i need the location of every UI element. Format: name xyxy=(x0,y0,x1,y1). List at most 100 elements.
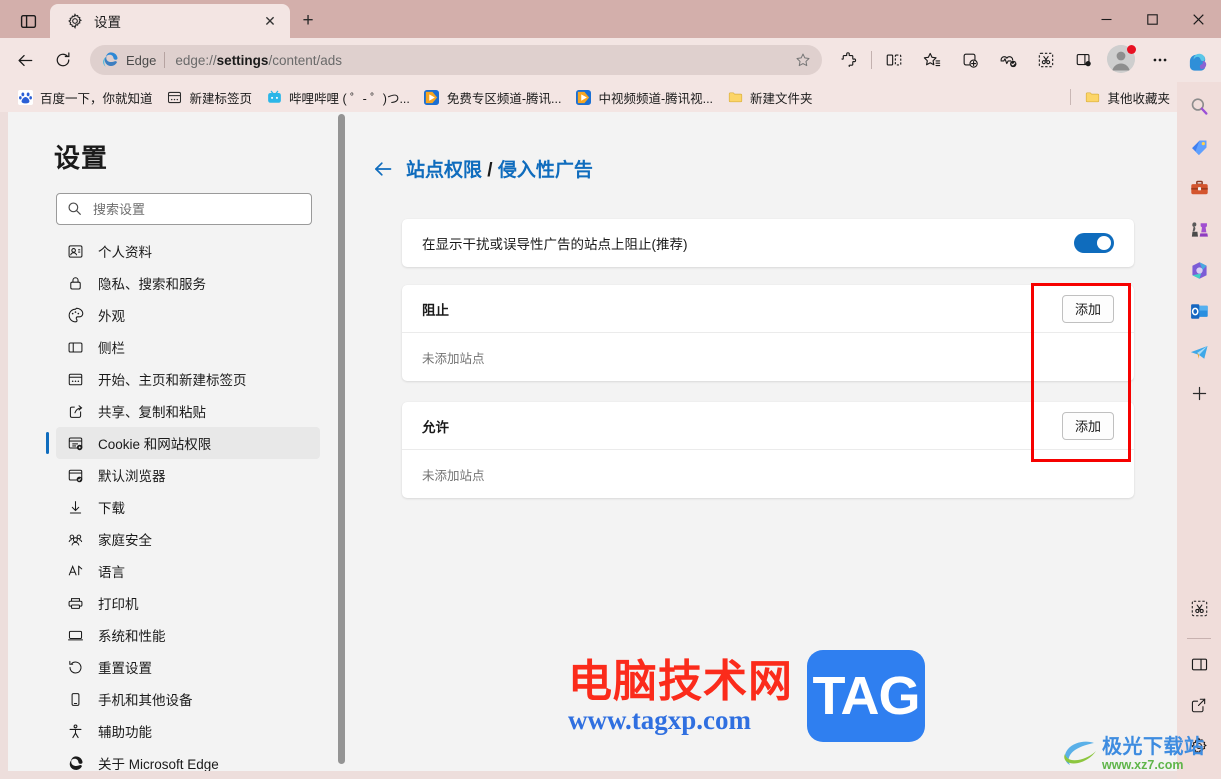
close-icon[interactable]: ✕ xyxy=(258,9,282,33)
other-bookmarks-label: 其他收藏夹 xyxy=(1107,91,1170,106)
star-icon[interactable] xyxy=(790,47,816,73)
allow-add-button[interactable]: 添加 xyxy=(1061,411,1114,440)
baidu-icon xyxy=(17,89,33,105)
tools-briefcase-icon[interactable] xyxy=(1183,172,1215,204)
sidebar-item-label: 下载 xyxy=(98,501,125,516)
sidebar-item-sidebar[interactable]: 侧栏 xyxy=(56,331,320,363)
back-arrow-icon[interactable] xyxy=(370,156,396,182)
add-sidebar-app-button[interactable] xyxy=(1183,377,1215,409)
sidebar-item-share[interactable]: 共享、复制和粘贴 xyxy=(56,395,320,427)
download-icon xyxy=(66,498,84,516)
sidebar-item-cookies-site-permissions[interactable]: Cookie 和网站权限 xyxy=(46,427,320,459)
extensions-icon[interactable] xyxy=(832,44,866,76)
tab-actions-icon[interactable] xyxy=(10,7,46,35)
sidebar-item-appearance[interactable]: 外观 xyxy=(56,299,320,331)
edge-sidebar xyxy=(1177,82,1221,779)
breadcrumb-current: 侵入性广告 xyxy=(497,160,593,181)
sidebar-item-label: 关于 Microsoft Edge xyxy=(98,757,219,771)
reload-button[interactable] xyxy=(46,44,80,76)
settings-sidebar: 设置 搜索设置 个人资料 隐私、搜索和服务 外观 侧栏 开始、主页和新建标签页 … xyxy=(8,112,345,771)
bookmark-label: 哔哩哔哩 ( ゜- ゜)つ... xyxy=(289,91,410,106)
settings-nav-scrollbar[interactable] xyxy=(338,114,345,764)
split-pane-icon[interactable] xyxy=(1183,648,1215,680)
watermark-tagxp-cn: 电脑技术网 xyxy=(568,655,793,707)
new-tab-button[interactable]: + xyxy=(294,8,322,34)
bookmark-folder[interactable]: 新建文件夹 xyxy=(720,85,820,109)
watermark-tagxp-url: www.tagxp.com xyxy=(568,705,751,736)
sidebar-item-label: 默认浏览器 xyxy=(98,469,166,484)
sidebar-item-label: 辅助功能 xyxy=(98,725,152,740)
sidebar-item-label: 系统和性能 xyxy=(98,629,166,644)
title-bar: 设置 ✕ + xyxy=(0,0,1221,38)
sidebar-item-startup[interactable]: 开始、主页和新建标签页 xyxy=(56,363,320,395)
split-screen-icon[interactable] xyxy=(877,44,911,76)
sidebar-item-family-safety[interactable]: 家庭安全 xyxy=(56,523,320,555)
sidebar-item-default-browser[interactable]: 默认浏览器 xyxy=(56,459,320,491)
home-icon xyxy=(66,370,84,388)
sidebar-toggle-icon[interactable] xyxy=(1067,44,1101,76)
games-chess-icon[interactable] xyxy=(1183,213,1215,245)
lock-icon xyxy=(66,274,84,292)
block-add-button[interactable]: 添加 xyxy=(1061,294,1114,323)
sidebar-item-downloads[interactable]: 下载 xyxy=(56,491,320,523)
maximize-button[interactable] xyxy=(1129,0,1175,38)
sidebar-item-printers[interactable]: 打印机 xyxy=(56,587,320,619)
family-icon xyxy=(66,530,84,548)
omnibox-brand: Edge xyxy=(126,52,157,68)
address-bar[interactable]: Edge edge://settings/content/ads xyxy=(90,45,822,75)
watermark-jiguang-url: www.xz7.com xyxy=(1102,758,1184,773)
copilot-icon[interactable] xyxy=(1181,44,1215,76)
sidebar-item-privacy[interactable]: 隐私、搜索和服务 xyxy=(56,267,320,299)
watermark-tagxp: 电脑技术网 www.tagxp.com TAG xyxy=(568,640,1010,752)
bookmarks-divider xyxy=(1070,89,1072,105)
block-ads-toggle[interactable] xyxy=(1074,233,1114,253)
sidebar-item-about-edge[interactable]: 关于 Microsoft Edge xyxy=(56,747,320,771)
window-close-button[interactable] xyxy=(1175,0,1221,38)
shopping-tag-icon[interactable] xyxy=(1183,131,1215,163)
browser-essentials-icon[interactable] xyxy=(991,44,1025,76)
search-magnifier-icon[interactable] xyxy=(1183,90,1215,122)
breadcrumb: 站点权限 / 侵入性广告 xyxy=(370,155,1177,182)
sidebar-item-reset-settings[interactable]: 重置设置 xyxy=(56,651,320,683)
browser-tab[interactable]: 设置 ✕ xyxy=(50,4,290,38)
open-external-icon[interactable] xyxy=(1183,689,1215,721)
avatar[interactable] xyxy=(1107,45,1137,75)
sidebar-item-profile[interactable]: 个人资料 xyxy=(56,235,320,267)
collections-icon[interactable] xyxy=(953,44,987,76)
bookmark-item[interactable]: 中视频频道-腾讯视... xyxy=(568,85,720,109)
bookmark-item[interactable]: 哔哩哔哩 ( ゜- ゜)つ... xyxy=(259,85,417,109)
bookmark-label: 百度一下，你就知道 xyxy=(40,91,153,106)
watermark-tagxp-badge: TAG xyxy=(807,650,925,742)
back-button[interactable] xyxy=(8,44,42,76)
sidebar-item-system-performance[interactable]: 系统和性能 xyxy=(56,619,320,651)
breadcrumb-parent-link[interactable]: 站点权限 xyxy=(406,160,482,181)
sidebar-item-phone-devices[interactable]: 手机和其他设备 xyxy=(56,683,320,715)
bookmark-item[interactable]: 百度一下，你就知道 xyxy=(10,85,160,109)
language-icon xyxy=(66,562,84,580)
allow-list-header: 允许 添加 xyxy=(402,402,1134,450)
folder-icon xyxy=(1084,89,1100,105)
sidebar-item-accessibility[interactable]: 辅助功能 xyxy=(56,715,320,747)
allow-list-empty-row: 未添加站点 xyxy=(402,450,1134,498)
search-input[interactable] xyxy=(93,201,301,217)
microsoft365-icon[interactable] xyxy=(1183,254,1215,286)
more-options-button[interactable] xyxy=(1143,44,1177,76)
favorites-icon[interactable] xyxy=(915,44,949,76)
bookmark-item[interactable]: 免费专区频道-腾讯... xyxy=(417,85,569,109)
minimize-button[interactable] xyxy=(1083,0,1129,38)
outlook-icon[interactable] xyxy=(1183,295,1215,327)
block-empty-text: 未添加站点 xyxy=(422,351,485,366)
profile-notification-badge xyxy=(1127,45,1136,54)
cookie-icon xyxy=(66,434,84,452)
search-icon xyxy=(67,201,83,217)
search-settings-box[interactable] xyxy=(56,193,312,225)
screenshot-scissors-icon[interactable] xyxy=(1183,592,1215,624)
telegram-icon[interactable] xyxy=(1183,336,1215,368)
default-browser-icon xyxy=(66,466,84,484)
other-bookmarks-folder[interactable]: 其他收藏夹 xyxy=(1077,85,1177,109)
sidebar-item-languages[interactable]: 语言 xyxy=(56,555,320,587)
other-bookmarks-group: 其他收藏夹 xyxy=(1070,85,1177,109)
bookmark-item[interactable]: 新建标签页 xyxy=(160,85,260,109)
screenshot-icon[interactable] xyxy=(1029,44,1063,76)
palette-icon xyxy=(66,306,84,324)
